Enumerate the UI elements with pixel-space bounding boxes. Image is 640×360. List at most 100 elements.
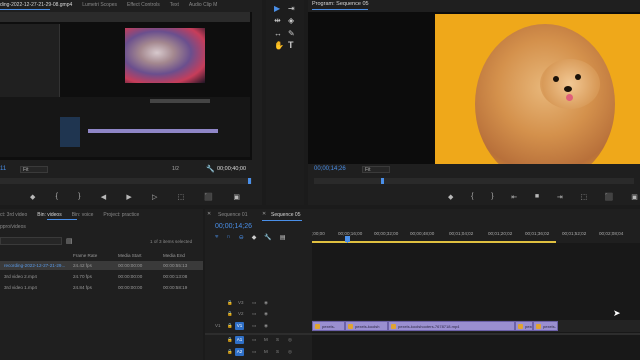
sync-icon[interactable]: ▭: [252, 300, 256, 306]
mark-in-icon[interactable]: {: [471, 193, 473, 201]
add-marker-icon[interactable]: ◆: [448, 193, 453, 201]
mark-out-icon[interactable]: }: [491, 193, 493, 201]
bin-row[interactable]: 3rd video 1.mp4 24.84 fps 00:00:00:00 00…: [0, 283, 203, 292]
export-frame-icon[interactable]: ▣: [233, 193, 240, 201]
mute-button[interactable]: M: [264, 349, 268, 354]
type-tool-icon[interactable]: T: [288, 40, 294, 50]
wrench-icon[interactable]: 🔧: [206, 165, 215, 173]
source-timecode[interactable]: 11: [0, 166, 6, 172]
video-clip[interactable]: pexels: [515, 321, 533, 331]
stop-icon[interactable]: ■: [535, 193, 539, 201]
track-target-v1[interactable]: V1: [235, 322, 244, 330]
eye-icon[interactable]: ◉: [264, 323, 268, 329]
timeline-close-icon[interactable]: ✕: [262, 211, 266, 217]
lift-icon[interactable]: ⬚: [580, 193, 587, 201]
mic-icon[interactable]: ◎: [288, 349, 292, 355]
camera-icon[interactable]: ▣: [631, 193, 638, 201]
tab-bin-videos[interactable]: Bin: videos: [37, 212, 61, 218]
overwrite-icon[interactable]: ⬛: [204, 193, 213, 201]
source-underline: [0, 9, 50, 10]
lock-icon[interactable]: 🔒: [227, 349, 233, 355]
track-label-a2: A2: [236, 349, 243, 354]
new-bin-icon[interactable]: ▤: [66, 237, 73, 245]
timeline-ruler[interactable]: ;00;00 00;00;16;00 00;00;32;00 00;00;48;…: [312, 229, 640, 243]
bin-row[interactable]: 3rd video 2.mp4 24.70 fps 00:00:00:00 00…: [0, 272, 203, 281]
add-marker-icon[interactable]: ◆: [252, 234, 257, 241]
lock-icon[interactable]: 🔒: [227, 300, 233, 306]
tab-source[interactable]: ding-2022-12-27-21-29-08.gmp4: [0, 2, 72, 8]
video-clip[interactable]: pexels-: [312, 321, 345, 331]
sync-icon[interactable]: ▭: [252, 349, 256, 355]
hand-tool-icon[interactable]: ✋: [274, 41, 284, 50]
col-media-start[interactable]: Media Start: [118, 253, 142, 258]
razor-tool-icon[interactable]: ◈: [288, 16, 294, 25]
col-frame-rate[interactable]: Frame Rate: [73, 253, 97, 258]
bin-row[interactable]: recording-2022-12-27-21-29... 24.42 fps …: [0, 261, 203, 270]
pen-tool-icon[interactable]: ✎: [288, 29, 295, 38]
ruler-tick-label: 00;01;20;02: [488, 231, 513, 236]
mute-button[interactable]: M: [264, 337, 268, 342]
source-patch-v1[interactable]: V1: [215, 323, 221, 328]
bin-underline: [47, 219, 77, 220]
timeline-close-icon[interactable]: ✕: [207, 211, 211, 217]
tab-text[interactable]: Text: [170, 2, 179, 8]
tab-bin-voice[interactable]: Bin: voice: [72, 212, 94, 218]
slip-tool-icon[interactable]: ↔: [274, 29, 282, 38]
timeline-timecode[interactable]: 00;00;14;26: [215, 223, 252, 230]
ripple-edit-tool-icon[interactable]: ⇹: [274, 16, 281, 25]
mark-out-icon[interactable]: {: [56, 193, 58, 201]
play-icon[interactable]: ▶: [126, 193, 131, 201]
go-out-icon[interactable]: ⇥: [557, 193, 563, 201]
sync-icon[interactable]: ▭: [252, 337, 256, 343]
mic-icon[interactable]: ◎: [288, 337, 292, 343]
eye-icon[interactable]: ◉: [264, 311, 268, 317]
bin-search-input[interactable]: [0, 237, 62, 245]
tab-lumetri-scopes[interactable]: Lumetri Scopes: [82, 2, 117, 8]
program-timecode[interactable]: 00;00;14;26: [314, 166, 346, 172]
program-scrubber[interactable]: [314, 178, 634, 184]
solo-button[interactable]: S: [276, 337, 279, 342]
snap-icon[interactable]: ∩: [226, 234, 230, 241]
eye-icon[interactable]: ◉: [264, 300, 268, 306]
solo-button[interactable]: S: [276, 349, 279, 354]
lock-icon[interactable]: 🔒: [227, 323, 233, 329]
sync-icon[interactable]: ▭: [252, 311, 256, 317]
source-fit-select[interactable]: Fit: [20, 166, 48, 173]
nest-icon[interactable]: ⫧: [215, 234, 218, 241]
tab-sequence-05[interactable]: Sequence 05: [271, 212, 300, 218]
go-in-icon[interactable]: ⇤: [511, 193, 517, 201]
linked-selection-icon[interactable]: ⊖: [239, 234, 244, 241]
mark-in-icon[interactable]: ◆: [30, 193, 35, 201]
bin-header-row: Frame Rate Media Start Media End: [0, 251, 203, 260]
step-forward-icon[interactable]: ▷: [152, 193, 157, 201]
lock-icon[interactable]: 🔒: [227, 337, 233, 343]
insert-icon[interactable]: ⬚: [178, 193, 185, 201]
track-area[interactable]: [312, 243, 640, 360]
source-scrubber[interactable]: [0, 178, 252, 184]
tab-project-practice[interactable]: Project: practice: [103, 212, 139, 218]
go-to-in-icon[interactable]: }: [78, 193, 80, 201]
sync-icon[interactable]: ▭: [252, 323, 256, 329]
tab-sequence-01[interactable]: Sequence 01: [218, 212, 247, 218]
col-media-end[interactable]: Media End: [163, 253, 185, 258]
extract-icon[interactable]: ⬛: [605, 193, 614, 201]
program-title[interactable]: Program: Sequence 05: [312, 1, 369, 7]
captions-icon[interactable]: ▤: [280, 234, 286, 241]
video-clip[interactable]: pexels-koolshooters-7678718.mp4: [388, 321, 515, 331]
track-target-a1[interactable]: A1: [235, 336, 244, 344]
tab-effect-controls[interactable]: Effect Controls: [127, 2, 160, 8]
source-ratio-select[interactable]: 1/2: [172, 166, 179, 172]
track-select-tool-icon[interactable]: ⇥: [288, 4, 295, 13]
track-target-a2[interactable]: A2: [235, 348, 244, 356]
program-fit-select[interactable]: Fit: [362, 166, 390, 173]
selection-tool-icon[interactable]: ▶: [274, 4, 280, 13]
lock-icon[interactable]: 🔒: [227, 311, 233, 317]
step-back-icon[interactable]: ◀: [101, 193, 106, 201]
wrench-icon[interactable]: 🔧: [264, 234, 271, 241]
tab-3rd-video[interactable]: ct: 3rd video: [0, 212, 27, 218]
tab-audio-clip-mixer[interactable]: Audio Clip M: [189, 2, 217, 8]
fx-badge-icon: [315, 324, 320, 329]
fx-badge-icon: [391, 324, 396, 329]
video-clip[interactable]: pexels-: [533, 321, 558, 331]
video-clip[interactable]: pexels-koolsh: [345, 321, 388, 331]
